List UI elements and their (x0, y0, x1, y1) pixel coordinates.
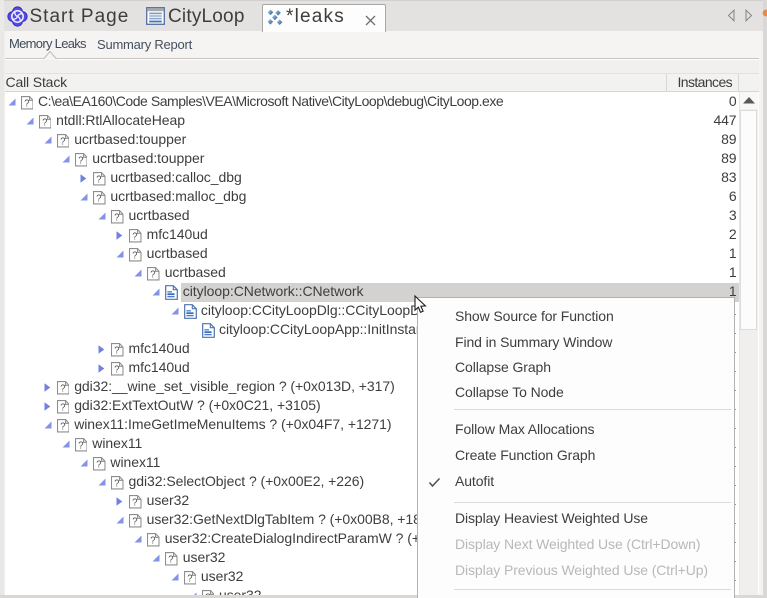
svg-text:?: ? (151, 269, 157, 280)
svg-text:?: ? (114, 345, 120, 356)
svg-text:?: ? (114, 364, 120, 375)
svg-text:?: ? (132, 497, 138, 508)
svg-text:?: ? (78, 155, 84, 166)
svg-text:?: ? (132, 516, 138, 527)
svg-text:?: ? (151, 535, 157, 546)
svg-text:?: ? (42, 117, 48, 128)
svg-text:?: ? (60, 136, 66, 147)
svg-text:?: ? (187, 573, 193, 584)
svg-text:?: ? (78, 440, 84, 451)
svg-text:?: ? (132, 250, 138, 261)
svg-text:?: ? (169, 554, 175, 565)
svg-text:?: ? (96, 193, 102, 204)
svg-text:?: ? (60, 421, 66, 432)
svg-text:?: ? (96, 459, 102, 470)
svg-text:?: ? (60, 402, 66, 413)
svg-text:?: ? (60, 383, 66, 394)
svg-text:?: ? (114, 212, 120, 223)
svg-text:?: ? (114, 478, 120, 489)
svg-text:?: ? (24, 98, 30, 109)
svg-text:?: ? (96, 174, 102, 185)
svg-text:?: ? (132, 231, 138, 242)
